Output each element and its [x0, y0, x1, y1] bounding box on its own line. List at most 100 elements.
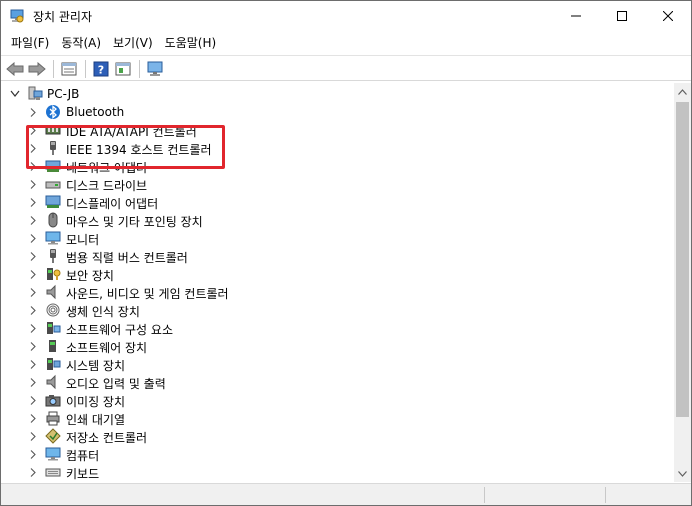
scroll-up-button[interactable]	[674, 83, 691, 100]
tree-item-label: 사운드, 비디오 및 게임 컨트롤러	[66, 287, 229, 301]
computer-icon	[27, 86, 43, 102]
chevron-right-icon[interactable]	[28, 463, 38, 481]
tree-root-label: PC-JB	[47, 87, 80, 101]
vertical-scrollbar[interactable]	[674, 83, 691, 482]
menu-help[interactable]: 도움말(H)	[159, 31, 223, 53]
keyboard-icon	[45, 464, 61, 480]
show-hidden-icon	[115, 62, 131, 76]
chevron-up-icon	[678, 88, 687, 95]
tree-item[interactable]: 범용 직렬 버스 컨트롤러	[1, 247, 401, 265]
tree-item-label: 소프트웨어 구성 요소	[66, 323, 173, 337]
svg-text:?: ?	[98, 64, 104, 77]
chevron-right-icon[interactable]	[28, 265, 38, 283]
chevron-right-icon[interactable]	[28, 103, 38, 121]
scan-hardware-button[interactable]	[145, 59, 165, 79]
tree-item[interactable]: 사운드, 비디오 및 게임 컨트롤러	[1, 283, 401, 301]
tree-item[interactable]: 저장소 컨트롤러	[1, 427, 401, 445]
print-queue-icon	[45, 410, 61, 426]
tree-item[interactable]: IDE ATA/ATAPI 컨트롤러	[1, 121, 401, 139]
biometric-icon	[45, 302, 61, 318]
menu-file[interactable]: 파일(F)	[5, 31, 55, 53]
computer-icon	[45, 446, 61, 462]
software-component-icon	[45, 320, 61, 336]
chevron-right-icon[interactable]	[28, 301, 38, 319]
chevron-right-icon[interactable]	[28, 247, 38, 265]
menu-view[interactable]: 보기(V)	[107, 31, 159, 53]
chevron-right-icon[interactable]	[28, 193, 38, 211]
scroll-down-button[interactable]	[674, 465, 691, 482]
monitor-icon	[45, 230, 61, 246]
menu-bar: 파일(F) 동작(A) 보기(V) 도움말(H)	[1, 31, 691, 53]
chevron-right-icon[interactable]	[28, 355, 38, 373]
tree-item[interactable]: 이미징 장치	[1, 391, 401, 409]
security-device-icon	[45, 266, 61, 282]
minimize-button[interactable]	[553, 1, 599, 31]
tree-item[interactable]: 소프트웨어 구성 요소	[1, 319, 401, 337]
tree-item-label: 오디오 입력 및 출력	[66, 377, 166, 391]
tree-item[interactable]: 시스템 장치	[1, 355, 401, 373]
tree-item-label: 인쇄 대기열	[66, 413, 126, 427]
tree-item[interactable]: 키보드	[1, 463, 401, 481]
show-hidden-button[interactable]	[113, 59, 133, 79]
ieee1394-icon	[45, 140, 61, 156]
tree-item[interactable]: 보안 장치	[1, 265, 401, 283]
tree-item[interactable]: 컴퓨터	[1, 445, 401, 463]
tree-item-label: IEEE 1394 호스트 컨트롤러	[66, 143, 212, 157]
chevron-right-icon[interactable]	[28, 157, 38, 175]
chevron-right-icon[interactable]	[28, 319, 38, 337]
chevron-right-icon[interactable]	[28, 229, 38, 247]
status-divider	[484, 487, 485, 503]
chevron-right-icon[interactable]	[28, 139, 38, 157]
forward-arrow-icon	[28, 62, 46, 76]
tree-item-label: 시스템 장치	[66, 359, 126, 373]
tree-item[interactable]: 생체 인식 장치	[1, 301, 401, 319]
minimize-icon	[571, 15, 581, 17]
chevron-right-icon[interactable]	[28, 391, 38, 409]
forward-button[interactable]	[27, 59, 47, 79]
properties-button[interactable]	[59, 59, 79, 79]
menu-action[interactable]: 동작(A)	[55, 31, 107, 53]
tree-item-label: Bluetooth	[66, 105, 125, 119]
tree-item[interactable]: 마우스 및 기타 포인팅 장치	[1, 211, 401, 229]
tree-item-label: 모니터	[66, 233, 100, 247]
chevron-right-icon[interactable]	[28, 175, 38, 193]
network-adapter-icon	[45, 158, 61, 174]
tree-item[interactable]: Bluetooth	[1, 103, 401, 121]
maximize-icon	[617, 11, 627, 21]
tree-item[interactable]: 디스크 드라이브	[1, 175, 401, 193]
imaging-device-icon	[45, 392, 61, 408]
help-icon: ?	[93, 61, 109, 77]
chevron-right-icon[interactable]	[28, 409, 38, 427]
toolbar-separator	[53, 60, 54, 78]
tree-item-label: 마우스 및 기타 포인팅 장치	[66, 215, 203, 229]
tree-item[interactable]: 소프트웨어 장치	[1, 337, 401, 355]
maximize-button[interactable]	[599, 1, 645, 31]
scroll-thumb[interactable]	[676, 102, 689, 417]
tree-item[interactable]: 모니터	[1, 229, 401, 247]
device-tree: PC-JB Bluetooth IDE ATA/ATAPI 컨트롤러 IEEE 13…	[1, 83, 674, 482]
tree-item[interactable]: 오디오 입력 및 출력	[1, 373, 401, 391]
chevron-right-icon[interactable]	[28, 373, 38, 391]
chevron-down-icon[interactable]	[10, 85, 20, 103]
chevron-right-icon[interactable]	[28, 427, 38, 445]
disk-drive-icon	[45, 176, 61, 192]
chevron-right-icon[interactable]	[28, 121, 38, 139]
back-button[interactable]	[5, 59, 25, 79]
audio-io-icon	[45, 374, 61, 390]
tree-item[interactable]: 인쇄 대기열	[1, 409, 401, 427]
help-button[interactable]: ?	[91, 59, 111, 79]
tree-item-label: 디스플레이 어댑터	[66, 197, 159, 211]
device-manager-icon	[9, 8, 25, 24]
system-device-icon	[45, 356, 61, 372]
title-bar[interactable]: 장치 관리자	[1, 1, 691, 31]
tree-item[interactable]: 디스플레이 어댑터	[1, 193, 401, 211]
close-button[interactable]	[645, 1, 691, 31]
back-arrow-icon	[6, 62, 24, 76]
chevron-right-icon[interactable]	[28, 211, 38, 229]
chevron-right-icon[interactable]	[28, 283, 38, 301]
tree-item[interactable]: 네트워크 어댑터	[1, 157, 401, 175]
chevron-right-icon[interactable]	[28, 337, 38, 355]
chevron-right-icon[interactable]	[28, 445, 38, 463]
tree-item[interactable]: IEEE 1394 호스트 컨트롤러	[1, 139, 401, 157]
tree-root-node[interactable]: PC-JB	[1, 85, 301, 103]
